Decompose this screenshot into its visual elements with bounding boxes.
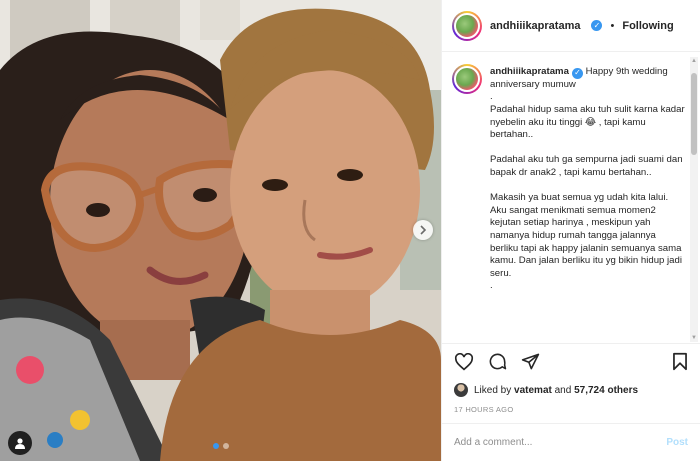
post-timestamp[interactable]: 17 HOURS AGO: [442, 401, 700, 423]
carousel-dots: [0, 443, 441, 449]
caption-username[interactable]: andhiiikapratama: [490, 66, 569, 77]
caption-text: andhiiikapratama ✓ Happy 9th wedding anni…: [490, 66, 686, 343]
tagged-users-button[interactable]: [8, 431, 32, 455]
scroll-up-icon[interactable]: ▲: [690, 57, 698, 65]
person-tag-icon: [15, 438, 25, 449]
bookmark-icon[interactable]: [672, 352, 688, 371]
instagram-post: andhiiikapratama ✓ • Following andhiiika…: [0, 0, 700, 461]
carousel-dot-active: [212, 443, 219, 449]
comment-icon[interactable]: [488, 352, 507, 371]
couple-selfie-image: [0, 0, 441, 461]
likes-summary: Liked by vatemat and 57,724 others: [442, 379, 700, 401]
header-separator: •: [610, 19, 615, 32]
comment-box: Post: [442, 423, 700, 461]
carousel-dot: [222, 443, 229, 449]
carousel-next-button[interactable]: [413, 220, 433, 240]
liker-avatar[interactable]: [454, 383, 468, 397]
heart-icon[interactable]: [454, 352, 474, 371]
scroll-thumb[interactable]: [691, 73, 697, 155]
comment-input[interactable]: [454, 437, 659, 448]
action-bar: [442, 343, 700, 379]
verified-badge-icon: ✓: [591, 20, 603, 31]
post-header: andhiiikapratama ✓ • Following: [442, 0, 700, 52]
liker-username[interactable]: vatemat: [514, 385, 552, 396]
share-icon[interactable]: [521, 352, 540, 371]
caption-scrollbar[interactable]: ▲ ▼: [690, 57, 698, 342]
following-button[interactable]: Following: [622, 20, 673, 32]
caption-area: andhiiikapratama ✓ Happy 9th wedding anni…: [442, 52, 700, 343]
author-avatar[interactable]: [452, 10, 482, 41]
post-photo[interactable]: [0, 0, 441, 461]
likes-and: and: [551, 384, 575, 396]
author-username[interactable]: andhiiikapratama: [490, 20, 580, 32]
verified-badge-icon: ✓: [571, 67, 583, 79]
likes-count[interactable]: 57,724 others: [574, 385, 638, 396]
post-side-panel: andhiiikapratama ✓ • Following andhiiika…: [441, 0, 700, 461]
likes-prefix: Liked by: [474, 384, 515, 396]
post-comment-button[interactable]: Post: [666, 437, 688, 448]
caption-body: Happy 9th wedding anniversary mumuw . Pa…: [490, 66, 685, 292]
scroll-down-icon[interactable]: ▼: [690, 334, 698, 342]
caption-author-avatar[interactable]: [452, 64, 482, 94]
chevron-right-icon: [420, 225, 427, 235]
likes-text: Liked by vatemat and 57,724 others: [474, 385, 638, 396]
